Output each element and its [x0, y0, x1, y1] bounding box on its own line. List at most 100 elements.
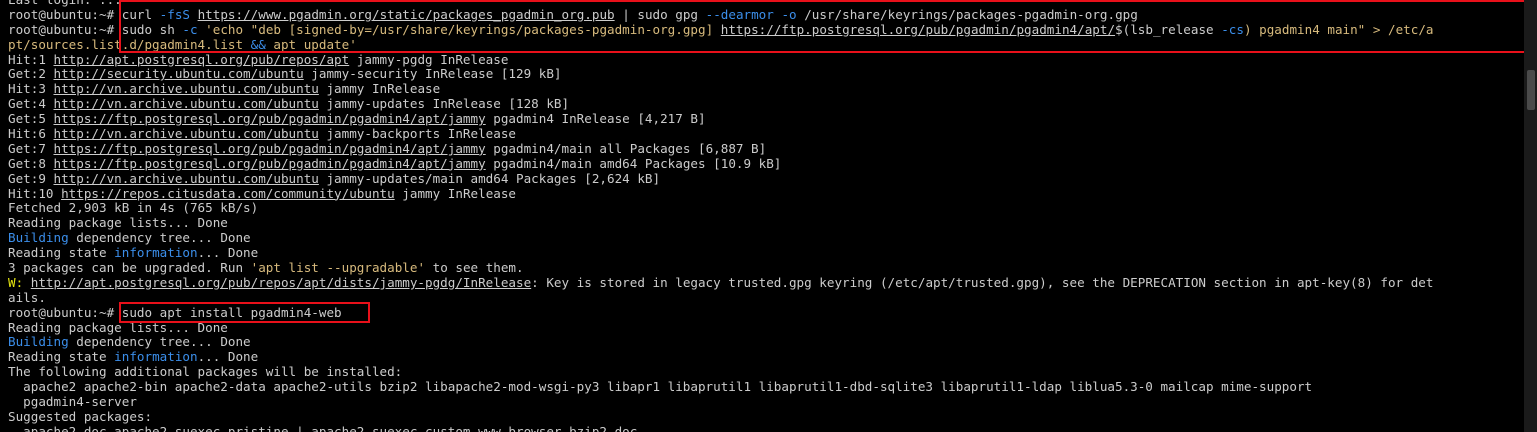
terminal-text: Hit:6: [8, 126, 54, 142]
scrollbar-thumb[interactable]: [1527, 70, 1535, 110]
terminal-link[interactable]: http://vn.archive.ubuntu.com/ubuntu: [54, 96, 319, 111]
terminal-text: Get:2: [8, 66, 54, 82]
terminal-text: 'apt list --upgradable': [250, 260, 426, 276]
terminal-text: sudo apt install pgadmin4-web: [121, 304, 342, 320]
terminal-line: Get:8 https://ftp.postgresql.org/pub/pga…: [8, 155, 1523, 172]
terminal-link[interactable]: https://repos.citusdata.com/community/ub…: [61, 186, 395, 201]
terminal-link[interactable]: https://ftp.postgresql.org/pub/pgadmin/p…: [54, 156, 486, 171]
terminal-link[interactable]: http://vn.archive.ubuntu.com/ubuntu: [54, 126, 319, 141]
terminal-text: Reading state: [8, 245, 115, 261]
terminal-text: Get:5: [8, 111, 54, 127]
terminal-link[interactable]: http://apt.postgresql.org/pub/repos/apt: [54, 52, 350, 67]
terminal-text: jammy-backports InRelease: [318, 126, 517, 142]
terminal-text: root@ubuntu:~#: [8, 21, 122, 37]
terminal-text: Reading package lists... Done: [8, 215, 228, 231]
terminal-text: $(lsb_release: [1115, 21, 1222, 37]
terminal-text: -o: [781, 6, 797, 22]
terminal-text: pgadmin4/main all Packages [6,887 B]: [485, 140, 767, 156]
terminal-line: pgadmin4-server: [8, 394, 1523, 410]
terminal-window[interactable]: Last login: ...root@ubuntu:~# curl -fsS …: [0, 0, 1537, 432]
terminal-line: root@ubuntu:~# sudo apt install pgadmin4…: [8, 304, 1523, 321]
terminal-link[interactable]: http://apt.postgresql.org/pub/repos/apt/…: [31, 275, 531, 290]
terminal-text: Get:9: [8, 170, 54, 186]
terminal-text: Reading state: [8, 349, 115, 365]
terminal-link[interactable]: https://ftp.postgresql.org/pub/pgadmin/p…: [54, 141, 486, 156]
terminal-text: Suggested packages:: [8, 408, 153, 424]
terminal-line: apache2 apache2-bin apache2-data apache2…: [8, 379, 1523, 395]
terminal-link[interactable]: https://ftp.postgresql.org/pub/pgadmin/p…: [721, 22, 1115, 37]
terminal-line: Get:4 http://vn.archive.ubuntu.com/ubunt…: [8, 96, 1523, 112]
terminal-text: Hit:1: [8, 51, 54, 67]
terminal-text: jammy-pgdg InRelease: [349, 51, 509, 67]
terminal-text: apache2 apache2-bin apache2-data apache2…: [8, 379, 1313, 395]
terminal-text: ails.: [8, 289, 46, 305]
terminal-text: | sudo gpg: [614, 6, 706, 22]
terminal-text: Get:4: [8, 96, 54, 112]
terminal-text: apt update': [265, 36, 357, 52]
terminal-line: Suggested packages:: [8, 408, 1523, 425]
terminal-text: 3 packages can be upgraded. Run: [8, 260, 251, 276]
terminal-line: Hit:10 https://repos.citusdata.com/commu…: [8, 185, 1523, 202]
terminal-text: 'echo "deb [signed-by=/usr/share/keyring…: [205, 21, 721, 37]
terminal-text: --dearmor: [705, 6, 774, 22]
terminal-text: information: [114, 245, 198, 261]
terminal-text: Get:7: [8, 140, 54, 156]
terminal-text: Get:8: [8, 155, 54, 171]
terminal-line: Reading state information... Done: [8, 245, 1523, 261]
terminal-text: ... Done: [197, 245, 259, 261]
vertical-scrollbar[interactable]: [1524, 0, 1537, 432]
terminal-text: W:: [8, 274, 31, 290]
terminal-link[interactable]: https://ftp.postgresql.org/pub/pgadmin/p…: [54, 111, 486, 126]
terminal-text: ... Done: [197, 349, 259, 365]
terminal-line: Reading package lists... Done: [8, 319, 1523, 336]
terminal-line: root@ubuntu:~# sudo sh -c 'echo "deb [si…: [8, 21, 1523, 38]
terminal-line: Hit:3 http://vn.archive.ubuntu.com/ubunt…: [8, 81, 1523, 97]
terminal-link[interactable]: http://vn.archive.ubuntu.com/ubuntu: [54, 171, 319, 186]
terminal-text: dependency tree... Done: [68, 230, 251, 246]
terminal-text: jammy InRelease: [318, 81, 441, 97]
terminal-text: pgadmin4-server: [8, 394, 137, 410]
terminal-output: Last login: ...root@ubuntu:~# curl -fsS …: [8, 0, 1523, 432]
terminal-text: pt/sources.list.d/pgadmin4.list: [8, 36, 251, 52]
terminal-text: /usr/share/keyrings/packages-pgadmin-org…: [796, 6, 1138, 22]
terminal-text: -c: [182, 21, 198, 37]
terminal-line: apache2-doc apache2-suexec-pristine | ap…: [8, 423, 1523, 432]
terminal-text: : Key is stored in legacy trusted.gpg ke…: [531, 274, 1434, 290]
terminal-text: dependency tree... Done: [68, 334, 251, 350]
terminal-text: jammy InRelease: [394, 185, 517, 201]
terminal-text: pgadmin4/main amd64 Packages [10.9 kB]: [485, 155, 782, 171]
terminal-line: Hit:1 http://apt.postgresql.org/pub/repo…: [8, 51, 1523, 68]
terminal-text: -cs: [1221, 21, 1244, 37]
terminal-line: 3 packages can be upgraded. Run 'apt lis…: [8, 260, 1523, 276]
terminal-line: W: http://apt.postgresql.org/pub/repos/a…: [8, 274, 1523, 291]
terminal-line: Hit:6 http://vn.archive.ubuntu.com/ubunt…: [8, 126, 1523, 142]
terminal-line: Reading package lists... Done: [8, 215, 1523, 231]
terminal-text: apache2-doc apache2-suexec-pristine | ap…: [8, 423, 638, 432]
terminal-line: Get:7 https://ftp.postgresql.org/pub/pga…: [8, 140, 1523, 157]
terminal-line: root@ubuntu:~# curl -fsS https://www.pga…: [8, 6, 1523, 23]
terminal-link[interactable]: http://security.ubuntu.com/ubuntu: [54, 66, 304, 82]
terminal-text: pgadmin4 InRelease [4,217 B]: [485, 111, 706, 127]
terminal-text: ) pgadmin4 main" > /etc/a: [1243, 21, 1434, 37]
terminal-line: Get:2 http://security.ubuntu.com/ubuntu …: [8, 67, 1523, 82]
terminal-line: The following additional packages will b…: [8, 364, 1523, 380]
terminal-line: Reading state information... Done: [8, 349, 1523, 365]
terminal-text: -fsS: [159, 6, 190, 22]
terminal-text: Reading package lists... Done: [8, 319, 228, 335]
terminal-text: Building: [8, 230, 69, 246]
terminal-line: pt/sources.list.d/pgadmin4.list && apt u…: [8, 36, 1523, 53]
terminal-link[interactable]: https://www.pgadmin.org/static/packages_…: [198, 7, 615, 22]
terminal-text: The following additional packages will b…: [8, 364, 403, 380]
terminal-text: sudo sh: [121, 21, 183, 37]
terminal-line: Get:5 https://ftp.postgresql.org/pub/pga…: [8, 111, 1523, 127]
terminal-link[interactable]: http://vn.archive.ubuntu.com/ubuntu: [54, 81, 319, 96]
terminal-text: jammy-updates InRelease [128 kB]: [318, 96, 570, 112]
terminal-line: Get:9 http://vn.archive.ubuntu.com/ubunt…: [8, 170, 1523, 187]
terminal-text: Fetched 2,903 kB in 4s (765 kB/s): [8, 200, 259, 216]
terminal-text: root@ubuntu:~#: [8, 304, 122, 320]
terminal-text: information: [114, 349, 198, 365]
terminal-text: Building: [8, 334, 69, 350]
terminal-text: jammy-security InRelease [129 kB]: [303, 66, 562, 82]
terminal-text: root@ubuntu:~#: [8, 6, 122, 22]
